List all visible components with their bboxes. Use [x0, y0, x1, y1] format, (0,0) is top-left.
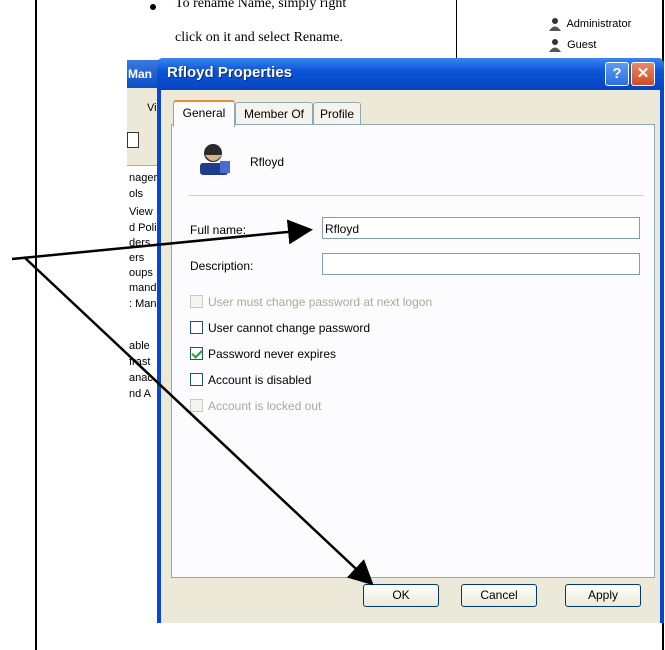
arrow-to-full-name	[11, 219, 313, 261]
annotation-arrows	[11, 219, 374, 586]
arrow-to-ok-button	[23, 256, 374, 586]
tab-general[interactable]: General	[173, 100, 235, 127]
